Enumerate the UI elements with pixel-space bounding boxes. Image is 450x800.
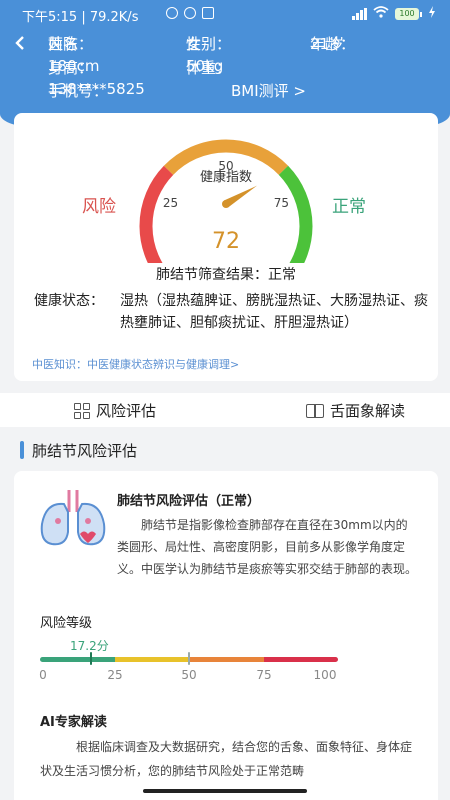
battery-level: 100 — [395, 8, 419, 20]
risk-scale-tick-25: 25 — [107, 668, 123, 682]
risk-scale-segment-low — [40, 657, 115, 662]
risk-scale-tick-50: 50 — [181, 668, 197, 682]
risk-assessment-card: 肺结节风险评估（正常） 肺结节是指影像检查肺部存在直径在30mm以内的类圆形、局… — [14, 471, 438, 800]
gauge-needle-hub — [222, 200, 230, 208]
back-button[interactable] — [14, 32, 26, 56]
risk-level-label: 风险等级 — [40, 616, 93, 631]
gender-value: 女 — [186, 35, 202, 53]
gauge-value: 72 — [212, 229, 240, 254]
risk-scale-midpoint-marker — [188, 652, 190, 665]
screening-result: 肺结节筛查结果：正常 — [14, 264, 438, 284]
phone-value: 138****5825 — [48, 80, 145, 98]
gauge-tick-label: 75 — [274, 196, 289, 210]
charging-icon — [428, 6, 436, 22]
wifi-icon — [373, 6, 389, 22]
app-notification-icon — [202, 7, 214, 19]
health-index-gauge: 健康指数 72 0255075100 — [139, 139, 313, 263]
weight-value: 50kg — [186, 57, 224, 75]
ai-expert-label: AI专家解读 — [40, 715, 107, 730]
gauge-normal-label: 正常 — [332, 197, 366, 217]
alarm-icon — [184, 7, 196, 19]
tab-tongue-face-reading-label: 舌面象解读 — [330, 402, 406, 420]
chevron-left-icon — [15, 36, 24, 50]
bmi-assessment-link[interactable]: BMI测评 > — [231, 80, 306, 101]
gauge-arc-risk — [139, 165, 174, 263]
status-time-speed: 下午5:15 | 79.2K/s — [22, 10, 139, 25]
health-state-value: 湿热（湿热蕴脾证、膀胱湿热证、大肠湿热证、痰热壅肺证、胆郁痰扰证、肝胆湿热证） — [120, 293, 428, 331]
mute-icon — [166, 7, 178, 19]
gauge-arc-normal — [278, 165, 313, 263]
risk-scale-segment-moderate — [189, 657, 264, 662]
risk-scale-segment-high — [263, 657, 338, 662]
status-bar: 下午5:15 | 79.2K/s 100 — [0, 0, 450, 28]
health-state-label: 健康状态： — [34, 293, 104, 309]
ai-expert-text: 根据临床调查及大数据研究，结合您的舌象、面象特征、身体症状及生活习惯分析，您的肺… — [40, 740, 413, 778]
age-value: 21岁 — [310, 35, 345, 53]
home-indicator[interactable] — [143, 789, 307, 793]
name-value: 茵陈 — [48, 35, 79, 53]
gauge-tick-label: 100 — [257, 261, 280, 263]
risk-card-description: 肺结节是指影像检查肺部存在直径在30mm以内的类圆形、局灶性、高密度阴影，目前多… — [117, 518, 418, 576]
risk-card-title: 肺结节风险评估（正常） — [117, 494, 261, 509]
battery-icon: 100 — [395, 8, 422, 20]
status-notification-icons — [166, 7, 214, 19]
section-title-text: 肺结节风险评估 — [32, 441, 138, 460]
section-accent-bar — [20, 441, 24, 459]
grid-icon — [74, 402, 90, 419]
health-index-card: 健康指数 72 0255075100 风险 正常 肺结节筛查结果：正常 健康状态… — [14, 113, 438, 381]
height-value: 180cm — [48, 57, 100, 75]
gauge-risk-label: 风险 — [82, 197, 116, 217]
risk-scale-segment-mild — [114, 657, 189, 662]
signal-icon — [352, 8, 367, 20]
screening-label: 肺结节筛查结果： — [156, 267, 268, 283]
section-title: 肺结节风险评估 — [20, 440, 137, 460]
risk-score-marker — [90, 652, 93, 665]
risk-scale-tick-0: 0 — [39, 668, 47, 682]
tab-tongue-face-reading[interactable]: 舌面象解读 — [306, 400, 405, 421]
tab-risk-assessment[interactable]: 风险评估 — [74, 400, 156, 421]
book-icon — [306, 403, 324, 418]
lungs-icon — [40, 490, 106, 546]
risk-scale-tick-100: 100 — [313, 668, 337, 682]
screening-value: 正常 — [268, 267, 296, 283]
tab-risk-assessment-label: 风险评估 — [96, 402, 157, 420]
gauge-tick-label: 25 — [163, 196, 178, 210]
tcm-knowledge-link[interactable]: 中医知识：中医健康状态辨识与健康调理> — [32, 356, 239, 372]
tab-bar: 风险评估 舌面象解读 — [0, 393, 450, 427]
gauge-tick-label: 0 — [180, 261, 188, 263]
gauge-tick-label: 50 — [218, 159, 233, 173]
risk-scale-tick-75: 75 — [256, 668, 272, 682]
